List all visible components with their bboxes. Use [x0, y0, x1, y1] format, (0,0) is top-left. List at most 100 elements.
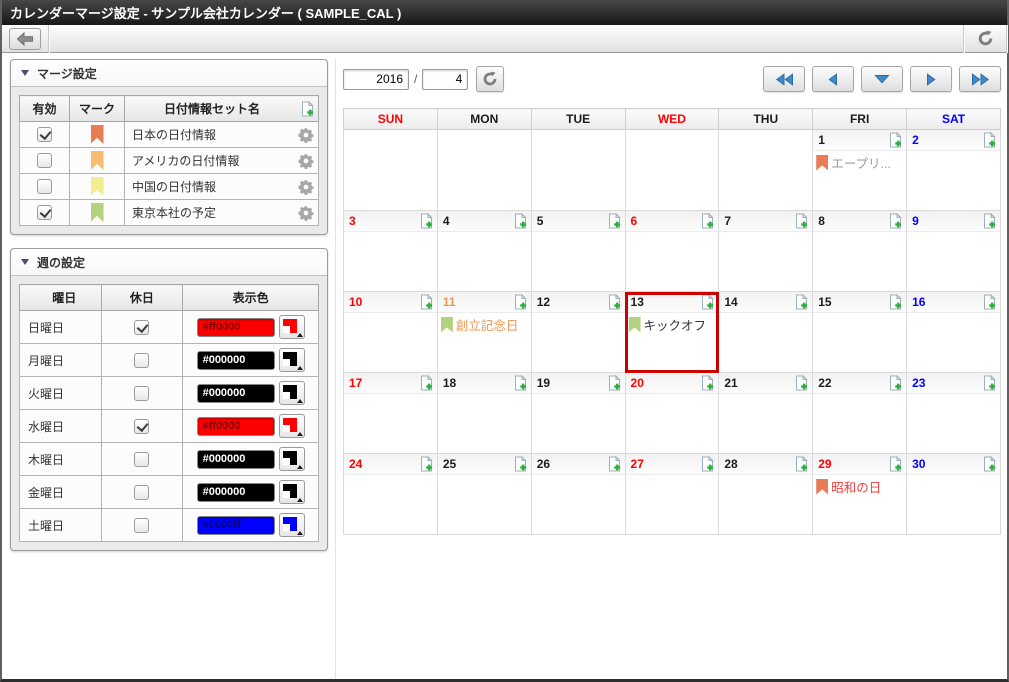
- enabled-checkbox[interactable]: [37, 153, 52, 168]
- settings-gear-icon[interactable]: [298, 153, 314, 169]
- add-event-icon[interactable]: [418, 213, 434, 229]
- add-event-icon[interactable]: [793, 213, 809, 229]
- add-event-icon[interactable]: [606, 213, 622, 229]
- add-event-icon[interactable]: [981, 375, 997, 391]
- calendar-cell[interactable]: 12: [530, 291, 626, 373]
- calendar-cell[interactable]: 29 昭和の日: [812, 453, 908, 535]
- month-input[interactable]: [422, 68, 469, 90]
- add-event-icon[interactable]: [887, 375, 903, 391]
- add-event-icon[interactable]: [699, 213, 715, 229]
- add-event-icon[interactable]: [981, 294, 997, 310]
- calendar-cell[interactable]: 14: [718, 291, 814, 373]
- holiday-checkbox[interactable]: [134, 418, 150, 434]
- nav-current-button[interactable]: [861, 66, 903, 92]
- merge-settings-header[interactable]: マージ設定: [11, 60, 327, 87]
- add-event-icon[interactable]: [606, 294, 622, 310]
- calendar-cell-selected[interactable]: 13 キックオフ: [624, 291, 720, 373]
- add-event-icon[interactable]: [699, 375, 715, 391]
- add-event-icon[interactable]: [887, 132, 903, 148]
- color-picker-button[interactable]: [278, 513, 305, 537]
- calendar-cell[interactable]: 21: [718, 372, 814, 454]
- add-dateset-icon[interactable]: [299, 100, 315, 117]
- calendar-cell[interactable]: 19: [530, 372, 626, 454]
- calendar-cell[interactable]: 22: [812, 372, 908, 454]
- enabled-checkbox[interactable]: [37, 127, 52, 142]
- add-event-icon[interactable]: [512, 456, 528, 472]
- add-event-icon[interactable]: [606, 456, 622, 472]
- color-picker-button[interactable]: [278, 447, 305, 471]
- calendar-refresh-button[interactable]: [476, 66, 505, 92]
- nav-next-year-button[interactable]: [959, 66, 1001, 92]
- color-hex-input[interactable]: #000000: [196, 482, 275, 502]
- add-event-icon[interactable]: [793, 456, 809, 472]
- calendar-event[interactable]: エープリ...: [813, 151, 906, 172]
- calendar-cell[interactable]: 8: [812, 210, 908, 292]
- year-input[interactable]: [343, 68, 409, 90]
- add-event-icon[interactable]: [512, 294, 528, 310]
- add-event-icon[interactable]: [699, 456, 715, 472]
- calendar-cell[interactable]: 9: [906, 210, 1001, 292]
- add-event-icon[interactable]: [512, 375, 528, 391]
- calendar-event[interactable]: 昭和の日: [813, 475, 906, 496]
- calendar-cell[interactable]: 11 創立記念日: [436, 291, 532, 373]
- add-event-icon[interactable]: [418, 375, 434, 391]
- holiday-checkbox[interactable]: [134, 352, 150, 368]
- calendar-cell[interactable]: 17: [343, 372, 438, 454]
- color-hex-input[interactable]: #ff0000: [196, 416, 275, 436]
- add-event-icon[interactable]: [887, 213, 903, 229]
- add-event-icon[interactable]: [793, 375, 809, 391]
- calendar-cell[interactable]: 30: [906, 453, 1001, 535]
- settings-gear-icon[interactable]: [298, 127, 314, 143]
- calendar-event[interactable]: キックオフ: [626, 313, 719, 334]
- color-picker-button[interactable]: [278, 315, 305, 339]
- holiday-checkbox[interactable]: [134, 319, 150, 335]
- add-event-icon[interactable]: [887, 456, 903, 472]
- enabled-checkbox[interactable]: [37, 179, 52, 194]
- color-hex-input[interactable]: #000000: [196, 383, 275, 403]
- color-hex-input[interactable]: #0000ff: [196, 515, 275, 535]
- calendar-cell[interactable]: 27: [624, 453, 720, 535]
- color-picker-button[interactable]: [278, 348, 305, 372]
- holiday-checkbox[interactable]: [134, 451, 150, 467]
- color-hex-input[interactable]: #000000: [196, 449, 275, 469]
- color-picker-button[interactable]: [278, 381, 305, 405]
- calendar-event[interactable]: 創立記念日: [438, 313, 531, 334]
- calendar-cell[interactable]: 24: [343, 453, 438, 535]
- nav-prev-month-button[interactable]: [812, 66, 854, 92]
- calendar-cell[interactable]: 25: [436, 453, 532, 535]
- back-button[interactable]: [9, 27, 41, 50]
- calendar-cell[interactable]: 28: [718, 453, 814, 535]
- add-event-icon[interactable]: [418, 456, 434, 472]
- calendar-cell[interactable]: 6: [624, 210, 720, 292]
- calendar-cell[interactable]: 3: [343, 210, 438, 292]
- calendar-cell[interactable]: 26: [530, 453, 626, 535]
- nav-next-month-button[interactable]: [910, 66, 952, 92]
- add-event-icon[interactable]: [981, 132, 997, 148]
- add-event-icon[interactable]: [981, 456, 997, 472]
- calendar-cell[interactable]: 4: [436, 210, 532, 292]
- holiday-checkbox[interactable]: [134, 484, 150, 500]
- calendar-cell[interactable]: 5: [530, 210, 626, 292]
- calendar-cell[interactable]: 23: [906, 372, 1001, 454]
- add-event-icon[interactable]: [887, 294, 903, 310]
- settings-gear-icon[interactable]: [298, 179, 314, 195]
- calendar-cell[interactable]: 15: [812, 291, 908, 373]
- color-hex-input[interactable]: #000000: [196, 350, 275, 370]
- calendar-cell[interactable]: 20: [624, 372, 720, 454]
- calendar-cell[interactable]: 16: [906, 291, 1001, 373]
- add-event-icon[interactable]: [606, 375, 622, 391]
- calendar-cell[interactable]: 18: [436, 372, 532, 454]
- color-hex-input[interactable]: #ff0000: [196, 317, 275, 337]
- add-event-icon[interactable]: [418, 294, 434, 310]
- calendar-cell[interactable]: 7: [718, 210, 814, 292]
- enabled-checkbox[interactable]: [37, 205, 52, 220]
- add-event-icon[interactable]: [699, 294, 715, 310]
- add-event-icon[interactable]: [981, 213, 997, 229]
- week-settings-header[interactable]: 週の設定: [11, 249, 327, 276]
- add-event-icon[interactable]: [793, 294, 809, 310]
- holiday-checkbox[interactable]: [134, 517, 150, 533]
- calendar-cell[interactable]: 1 エープリ...: [812, 129, 908, 211]
- calendar-cell[interactable]: 10: [343, 291, 438, 373]
- add-event-icon[interactable]: [512, 213, 528, 229]
- settings-gear-icon[interactable]: [298, 205, 314, 221]
